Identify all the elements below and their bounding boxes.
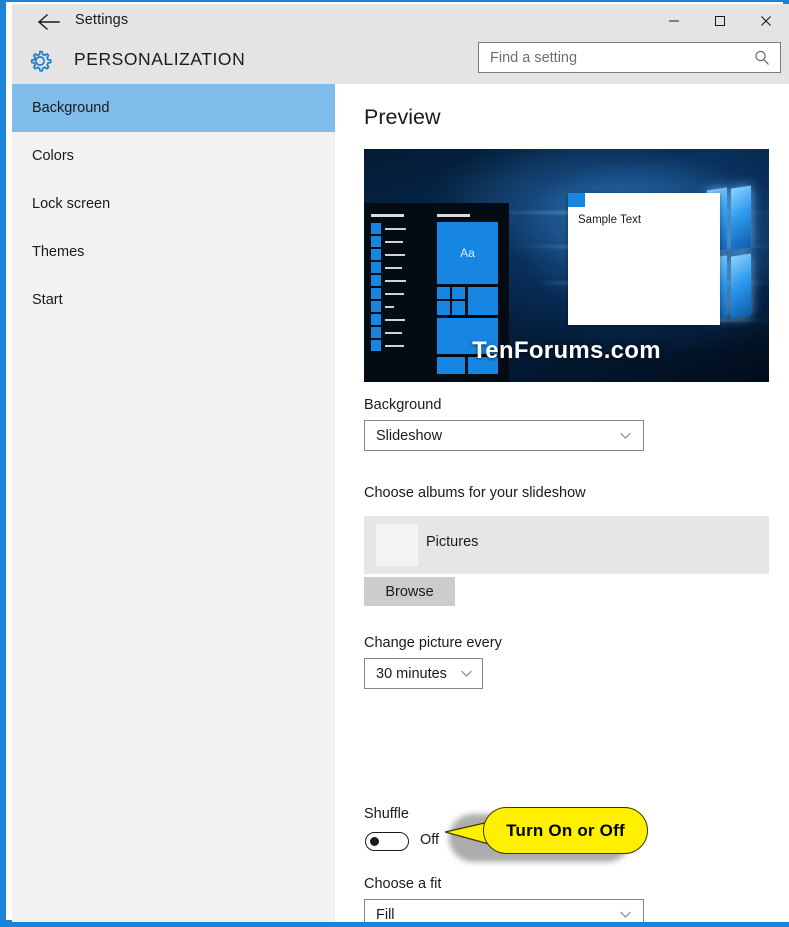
main-panel: Preview Aa Sample Text TenForums.com Bac… [335,84,789,922]
preview-heading: Preview [364,105,441,129]
close-button[interactable] [743,4,789,37]
album-thumbnail [376,524,418,566]
background-dropdown-value: Slideshow [376,427,443,444]
callout-bubble: Turn On or Off [483,807,648,854]
browse-button[interactable]: Browse [364,577,455,606]
fit-dropdown[interactable]: Fill [364,899,644,922]
sidebar-item-start[interactable]: Start [12,276,335,324]
album-name: Pictures [426,534,479,550]
sidebar-item-background[interactable]: Background [12,84,335,132]
search-box[interactable] [478,42,781,73]
sidebar-item-themes[interactable]: Themes [12,228,335,276]
background-dropdown[interactable]: Slideshow [364,420,644,451]
sample-window-tab [568,193,585,207]
desktop-preview-image: Aa Sample Text TenForums.com [364,149,769,382]
shuffle-label: Shuffle [364,806,409,822]
shuffle-toggle-knob [370,837,379,846]
fit-label: Choose a fit [364,876,442,892]
change-picture-dropdown[interactable]: 30 minutes [364,658,483,689]
sidebar-item-label: Start [32,292,63,308]
settings-window-screenshot: Settings PERSONALIZATION Find a setting … [0,0,789,927]
start-menu-app-list [371,214,406,352]
chevron-down-icon [460,667,473,680]
sample-window-preview: Sample Text [568,193,720,325]
content-area: Background Colors Lock screen Themes Sta… [12,84,789,922]
sidebar-item-colors[interactable]: Colors [12,132,335,180]
gear-icon [25,46,55,76]
shuffle-state-label: Off [420,832,440,848]
window-title: Settings [75,12,129,28]
window-frame: Settings PERSONALIZATION Find a setting … [0,0,789,927]
chevron-down-icon [619,429,632,442]
fit-dropdown-value: Fill [376,906,395,923]
callout-text: Turn On or Off [506,820,625,840]
minimize-button[interactable] [651,4,697,37]
albums-label: Choose albums for your slideshow [364,485,586,501]
search-input[interactable] [479,43,744,72]
callout-shadow [449,814,631,862]
tile-aa-label: Aa [437,222,498,284]
sidebar-item-label: Themes [32,244,85,260]
tile-grid [437,287,498,315]
sample-window-text: Sample Text [578,214,642,226]
shuffle-toggle[interactable] [365,832,409,851]
sidebar-item-label: Colors [32,148,74,164]
annotation-callout: Turn On or Off [443,807,648,869]
change-picture-label: Change picture every [364,635,502,651]
maximize-button[interactable] [697,4,743,37]
page-title: PERSONALIZATION [74,49,246,69]
chevron-down-icon [619,908,632,921]
album-list-item[interactable]: Pictures [364,516,769,574]
window-caption-buttons [651,4,789,37]
sidebar-item-lock-screen[interactable]: Lock screen [12,180,335,228]
change-picture-dropdown-value: 30 minutes [376,665,447,682]
back-arrow-icon[interactable] [34,11,64,33]
sidebar-item-label: Background [32,100,110,116]
callout-tail-icon [445,821,490,845]
title-bar: Settings [12,4,789,37]
background-label: Background [364,397,442,413]
page-header: PERSONALIZATION [12,37,789,84]
sidebar-nav: Background Colors Lock screen Themes Sta… [12,84,335,922]
sidebar-item-label: Lock screen [32,196,111,212]
search-icon[interactable] [753,49,771,67]
watermark-text: TenForums.com [472,337,661,364]
